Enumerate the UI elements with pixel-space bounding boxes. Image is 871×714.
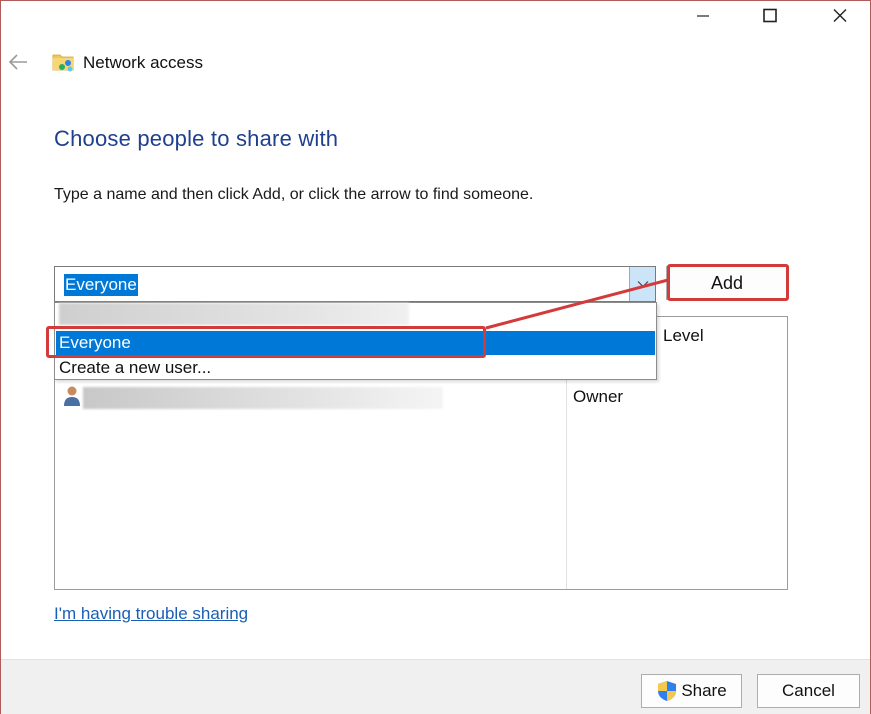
close-button[interactable] [817,0,863,32]
share-button-label: Share [681,681,727,700]
name-combo-box[interactable]: Everyone [54,266,656,302]
maximize-button[interactable] [747,0,793,32]
name-dropdown-list[interactable]: Everyone Create a new user... [54,302,657,380]
name-combo-value[interactable]: Everyone [64,274,138,296]
add-button[interactable]: Add [666,266,788,300]
cancel-button[interactable]: Cancel [757,674,860,708]
dropdown-item-everyone[interactable]: Everyone [56,331,655,355]
maximize-icon [763,8,777,23]
chevron-down-icon [637,281,648,288]
user-permission[interactable]: Owner [573,387,623,407]
back-button[interactable] [6,50,30,74]
dropdown-item-redacted[interactable] [59,303,409,325]
share-button[interactable]: Share [641,674,742,708]
user-name-redacted [83,387,443,409]
combo-dropdown-button[interactable] [629,267,655,301]
network-folder-icon [52,50,76,74]
dropdown-item-create-user[interactable]: Create a new user... [56,356,655,380]
minimize-button[interactable] [680,0,726,32]
window-title: Network access [83,53,203,72]
page-heading: Choose people to share with [54,126,339,151]
minimize-icon [697,15,709,17]
permission-level-header[interactable]: Level [663,326,704,346]
close-icon [833,9,847,22]
uac-shield-icon [658,681,677,701]
instructions-text: Type a name and then click Add, or click… [54,186,534,203]
trouble-sharing-link[interactable]: I'm having trouble sharing [54,604,248,624]
user-icon [63,385,81,407]
arrow-left-icon [8,54,27,70]
